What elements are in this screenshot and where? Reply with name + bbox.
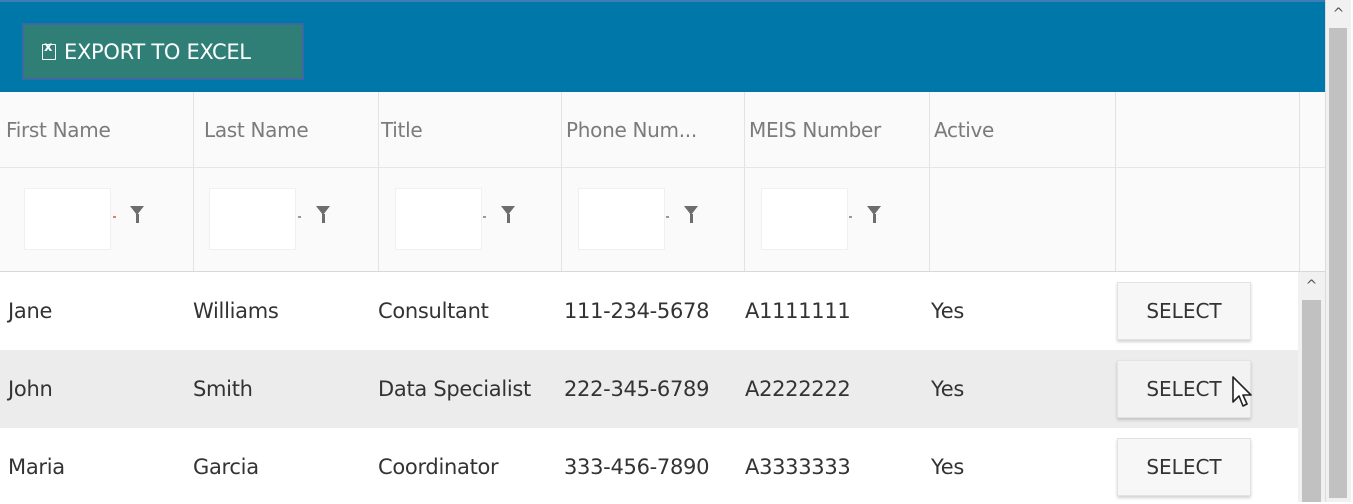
cell-first-name: Maria (8, 455, 65, 479)
cell-active: Yes (931, 455, 964, 479)
filter-icon[interactable] (867, 206, 881, 223)
header-title[interactable]: Title (379, 92, 562, 167)
header-label: Active (934, 118, 995, 142)
last-name-filter-input[interactable] (209, 188, 296, 250)
scroll-up-icon[interactable]: ^ (1326, 6, 1351, 22)
filter-icon[interactable] (684, 206, 698, 223)
cell-title: Data Specialist (378, 377, 531, 401)
cell-last-name: Garcia (193, 455, 259, 479)
table-row[interactable]: John Smith Data Specialist 222-345-6789 … (0, 350, 1298, 428)
phone-number-filter-input[interactable] (578, 188, 665, 250)
title-filter-input[interactable] (395, 188, 482, 250)
header-meis-number[interactable]: MEIS Number (745, 92, 930, 167)
filter-cell-meis-number (745, 168, 930, 271)
mouse-pointer-icon (1232, 376, 1252, 407)
filter-icon[interactable] (316, 206, 330, 223)
scroll-up-icon[interactable]: ^ (1298, 278, 1325, 294)
grid-body: Jane Williams Consultant 111-234-5678 A1… (0, 272, 1298, 502)
cell-first-name: John (8, 377, 53, 401)
cell-meis: A3333333 (745, 455, 851, 479)
filter-cell-title (379, 168, 562, 271)
cell-phone: 333-456-7890 (564, 455, 710, 479)
scrollbar-thumb[interactable] (1329, 28, 1347, 498)
select-button[interactable]: SELECT (1117, 360, 1251, 418)
cell-active: Yes (931, 377, 964, 401)
table-row[interactable]: Maria Garcia Coordinator 333-456-7890 A3… (0, 428, 1298, 502)
filter-separator (113, 216, 116, 218)
export-to-excel-button[interactable]: EXPORT TO EXCEL (22, 23, 304, 80)
filter-cell-active (930, 168, 1116, 271)
cell-meis: A2222222 (745, 377, 851, 401)
export-button-label: EXPORT TO EXCEL (64, 39, 251, 64)
cell-active: Yes (931, 299, 964, 323)
filter-cell-last-name (194, 168, 379, 271)
cell-last-name: Williams (193, 299, 279, 323)
filter-separator (483, 216, 486, 218)
header-active[interactable]: Active (930, 92, 1116, 167)
filter-separator (298, 216, 301, 218)
filter-separator (666, 216, 669, 218)
filter-row (0, 168, 1325, 272)
cell-phone: 111-234-5678 (564, 299, 710, 323)
cell-title: Consultant (378, 299, 489, 323)
grid-body-scrollbar[interactable]: ^ (1298, 272, 1325, 502)
cell-first-name: Jane (8, 299, 53, 323)
filter-cell-first-name (0, 168, 194, 271)
header-phone-number[interactable]: Phone Num... (562, 92, 745, 167)
cell-title: Coordinator (378, 455, 499, 479)
header-label: Last Name (204, 118, 309, 142)
excel-file-icon (42, 40, 56, 60)
filter-cell-phone-number (562, 168, 745, 271)
meis-number-filter-input[interactable] (761, 188, 848, 250)
cell-last-name: Smith (193, 377, 253, 401)
filter-separator (849, 216, 852, 218)
filter-cell-action (1116, 168, 1300, 271)
header-last-name[interactable]: Last Name (194, 92, 379, 167)
filter-icon[interactable] (130, 206, 144, 223)
filter-icon[interactable] (501, 206, 515, 223)
select-button[interactable]: SELECT (1117, 438, 1251, 496)
cell-meis: A1111111 (745, 299, 851, 323)
header-label: MEIS Number (749, 118, 881, 142)
header-label: First Name (6, 118, 111, 142)
first-name-filter-input[interactable] (24, 188, 111, 250)
scrollbar-thumb[interactable] (1302, 300, 1321, 502)
header-action (1116, 92, 1300, 167)
header-first-name[interactable]: First Name (0, 92, 194, 167)
column-header-row: First Name Last Name Title Phone Num... … (0, 92, 1325, 168)
select-button[interactable]: SELECT (1117, 282, 1251, 340)
header-label: Title (381, 118, 423, 142)
header-label: Phone Num... (566, 118, 697, 142)
page-scrollbar[interactable]: ^ (1325, 0, 1351, 502)
grid-toolbar: EXPORT TO EXCEL (0, 0, 1325, 92)
table-row[interactable]: Jane Williams Consultant 111-234-5678 A1… (0, 272, 1298, 350)
cell-phone: 222-345-6789 (564, 377, 710, 401)
